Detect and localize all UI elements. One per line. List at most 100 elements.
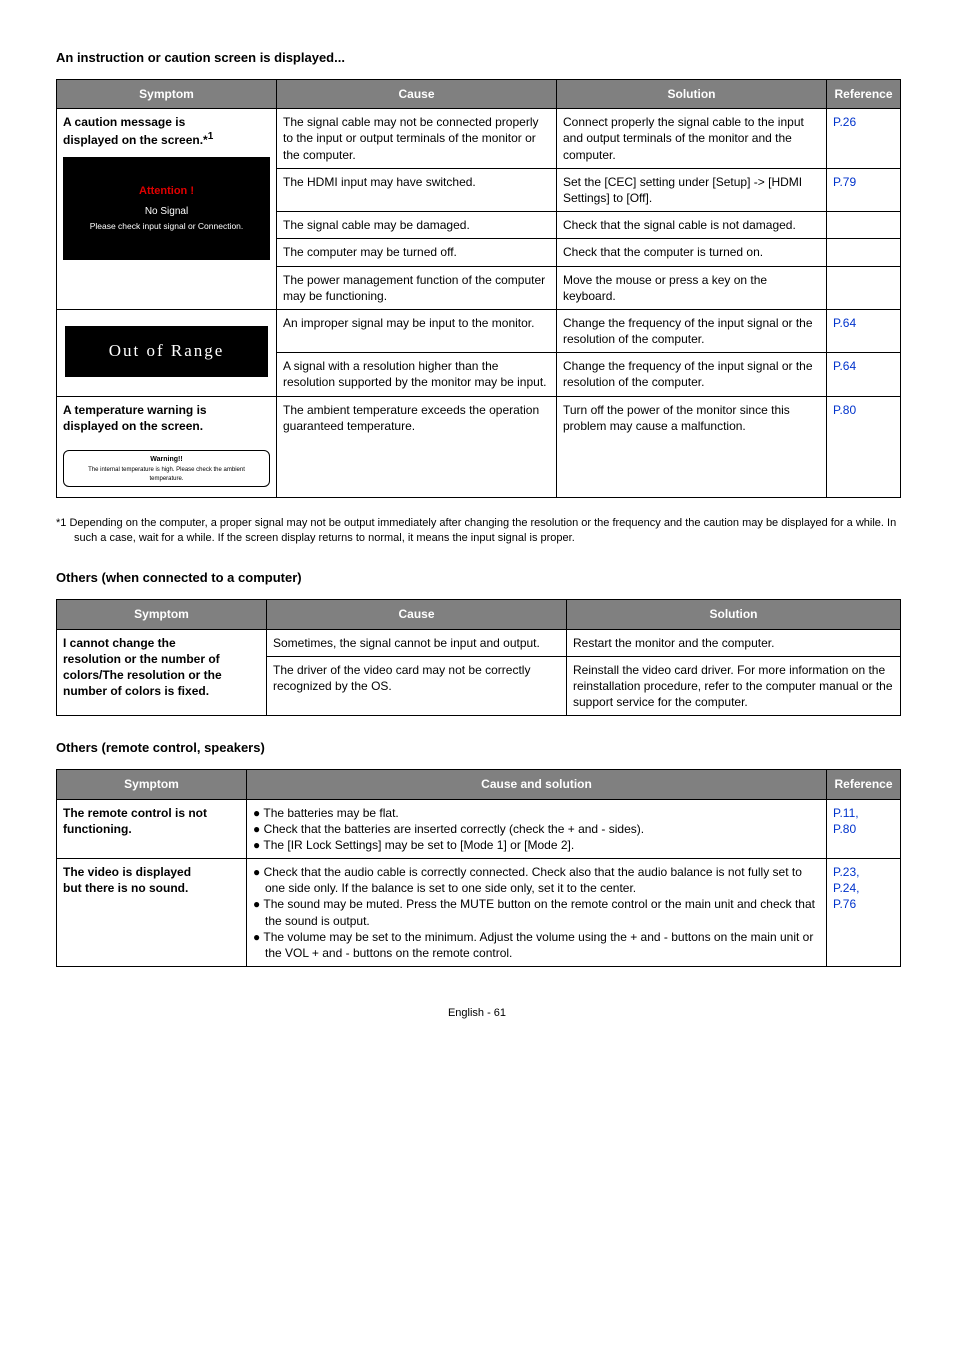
cell-solution: Check that the computer is turned on.	[557, 239, 827, 266]
bullet-item: ● The batteries may be flat.	[253, 805, 820, 821]
symptom-text: I cannot change the	[63, 636, 176, 650]
cell-cause-solution: ● Check that the audio cable is correctl…	[247, 859, 827, 967]
cell-cause: The computer may be turned off.	[277, 239, 557, 266]
osd-attention-line: No Signal	[69, 204, 264, 220]
cell-cause: Sometimes, the signal cannot be input an…	[267, 629, 567, 656]
osd-warning-body: The internal temperature is high. Please…	[88, 467, 245, 482]
cell-solution: Move the mouse or press a key on the key…	[557, 266, 827, 309]
cell-reference	[827, 266, 901, 309]
bullet-item: ● Check that the batteries are inserted …	[253, 821, 820, 837]
col-cause: Cause	[277, 80, 557, 109]
cell-reference: P.11, P.80	[827, 799, 901, 859]
cell-reference: P.26	[827, 109, 901, 169]
ref-link[interactable]: P.64	[833, 359, 856, 373]
col-cause: Cause	[267, 600, 567, 629]
osd-attention-box: Attention ! No Signal Please check input…	[63, 157, 270, 260]
table-header-row: Symptom Cause Solution	[57, 600, 901, 629]
cell-cause: An improper signal may be input to the m…	[277, 309, 557, 352]
col-solution: Solution	[557, 80, 827, 109]
symptom-text: resolution or the number of	[63, 652, 220, 666]
ref-link[interactable]: P.80	[833, 403, 856, 417]
osd-attention-line: Please check input signal or Connection.	[69, 220, 264, 234]
cell-reference: P.64	[827, 353, 901, 396]
cell-solution: Set the [CEC] setting under [Setup] -> […	[557, 168, 827, 211]
cell-solution: Turn off the power of the monitor since …	[557, 396, 827, 497]
cell-symptom-resolution: I cannot change the resolution or the nu…	[57, 629, 267, 716]
col-symptom: Symptom	[57, 770, 247, 799]
cell-solution: Connect properly the signal cable to the…	[557, 109, 827, 169]
ref-link[interactable]: P.23,	[833, 865, 859, 879]
cell-solution: Change the frequency of the input signal…	[557, 353, 827, 396]
symptom-text: The remote control is not	[63, 806, 207, 820]
bullet-item: ● The [IR Lock Settings] may be set to […	[253, 837, 820, 853]
section-title-others-remote: Others (remote control, speakers)	[56, 740, 898, 755]
cell-reference	[827, 212, 901, 239]
cell-reference: P.64	[827, 309, 901, 352]
symptom-text: colors/The resolution or the	[63, 668, 222, 682]
cell-solution: Restart the monitor and the computer.	[567, 629, 901, 656]
osd-warning-box: Warning!! The internal temperature is hi…	[63, 450, 270, 487]
cell-symptom-caution: A caution message is displayed on the sc…	[57, 109, 277, 310]
ref-link[interactable]: P.80	[833, 822, 856, 836]
cell-reference	[827, 239, 901, 266]
section-title-instruction: An instruction or caution screen is disp…	[56, 50, 898, 65]
footnote-marker: 1	[208, 131, 214, 142]
bullet-item: ● The volume may be set to the minimum. …	[253, 929, 820, 961]
col-symptom: Symptom	[57, 600, 267, 629]
col-symptom: Symptom	[57, 80, 277, 109]
col-reference: Reference	[827, 80, 901, 109]
cell-cause: A signal with a resolution higher than t…	[277, 353, 557, 396]
cell-cause: The HDMI input may have switched.	[277, 168, 557, 211]
footnote-1: *1 Depending on the computer, a proper s…	[56, 516, 898, 547]
cell-cause: The ambient temperature exceeds the oper…	[277, 396, 557, 497]
table-others-computer: Symptom Cause Solution I cannot change t…	[56, 599, 901, 716]
symptom-text: functioning.	[63, 822, 132, 836]
ref-link[interactable]: P.76	[833, 897, 856, 911]
cell-symptom-remote: The remote control is not functioning.	[57, 799, 247, 859]
ref-link[interactable]: P.26	[833, 115, 856, 129]
symptom-text: but there is no sound.	[63, 881, 188, 895]
table-row: I cannot change the resolution or the nu…	[57, 629, 901, 656]
table-header-row: Symptom Cause and solution Reference	[57, 770, 901, 799]
cell-symptom-tempwarning: A temperature warning is displayed on th…	[57, 396, 277, 497]
cell-solution: Check that the signal cable is not damag…	[557, 212, 827, 239]
symptom-text-part: displayed on the screen.*	[63, 133, 208, 147]
cell-reference: P.79	[827, 168, 901, 211]
cell-symptom-outofrange: Out of Range	[57, 309, 277, 396]
cell-cause: The signal cable may be damaged.	[277, 212, 557, 239]
osd-out-of-range-box: Out of Range	[65, 326, 268, 377]
cell-cause: The power management function of the com…	[277, 266, 557, 309]
ref-link[interactable]: P.11,	[833, 806, 859, 820]
osd-warning-title: Warning!!	[74, 455, 259, 466]
ref-link[interactable]: P.64	[833, 316, 856, 330]
table-row: The video is displayed but there is no s…	[57, 859, 901, 967]
cell-cause-solution: ● The batteries may be flat. ● Check tha…	[247, 799, 827, 859]
osd-attention-title: Attention !	[69, 183, 264, 201]
table-row: Out of Range An improper signal may be i…	[57, 309, 901, 352]
col-reference: Reference	[827, 770, 901, 799]
cell-symptom-nosound: The video is displayed but there is no s…	[57, 859, 247, 967]
symptom-text: number of colors is fixed.	[63, 684, 209, 698]
cell-reference: P.23, P.24, P.76	[827, 859, 901, 967]
ref-link[interactable]: P.79	[833, 175, 856, 189]
ref-link[interactable]: P.24,	[833, 881, 859, 895]
table-instruction: Symptom Cause Solution Reference A cauti…	[56, 79, 901, 498]
cell-cause: The driver of the video card may not be …	[267, 656, 567, 716]
symptom-text: A caution message is	[63, 115, 185, 129]
cell-reference: P.80	[827, 396, 901, 497]
table-header-row: Symptom Cause Solution Reference	[57, 80, 901, 109]
section-title-others-computer: Others (when connected to a computer)	[56, 570, 898, 585]
symptom-text: A temperature warning is	[63, 403, 207, 417]
bullet-item: ● The sound may be muted. Press the MUTE…	[253, 896, 820, 928]
osd-warning-wrap: Warning!! The internal temperature is hi…	[63, 450, 270, 487]
table-row: The remote control is not functioning. ●…	[57, 799, 901, 859]
page-footer: English - 61	[56, 1007, 898, 1019]
table-others-remote: Symptom Cause and solution Reference The…	[56, 769, 901, 967]
bullet-item: ● Check that the audio cable is correctl…	[253, 864, 820, 896]
col-cause-solution: Cause and solution	[247, 770, 827, 799]
table-row: A caution message is displayed on the sc…	[57, 109, 901, 169]
cell-solution: Change the frequency of the input signal…	[557, 309, 827, 352]
col-solution: Solution	[567, 600, 901, 629]
table-row: A temperature warning is displayed on th…	[57, 396, 901, 497]
symptom-text: displayed on the screen.	[63, 419, 203, 433]
